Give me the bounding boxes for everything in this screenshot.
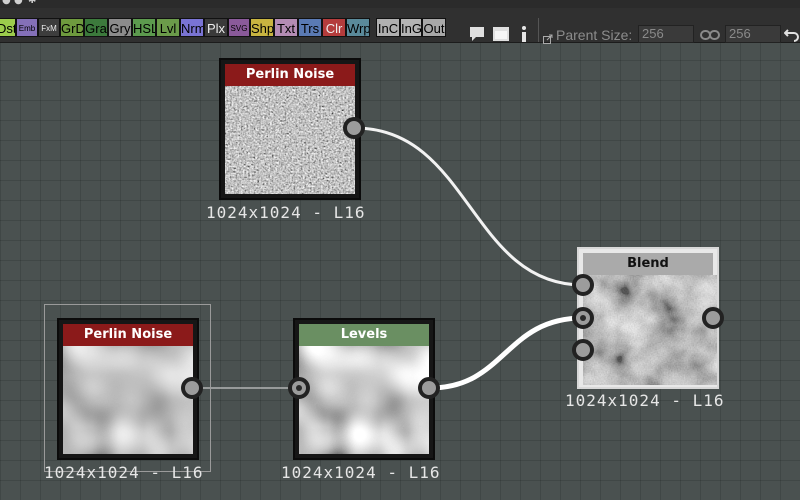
wire-perlin-to-blend xyxy=(354,126,584,287)
output-port[interactable] xyxy=(343,117,365,139)
node-blend[interactable]: Blend xyxy=(577,247,719,389)
node-preview-image xyxy=(583,275,717,385)
node-title: Perlin Noise xyxy=(225,64,355,86)
node-title: Blend xyxy=(583,253,713,275)
node-size-label: 1024x1024 - L16 xyxy=(281,463,441,482)
input-port[interactable] xyxy=(288,377,310,399)
output-port[interactable] xyxy=(702,307,724,329)
node-perlin-noise-1[interactable]: Perlin Noise xyxy=(219,58,361,200)
input-port[interactable] xyxy=(572,274,594,296)
node-title: Levels xyxy=(299,324,429,346)
node-size-label: 1024x1024 - L16 xyxy=(206,203,366,222)
node-preview-image xyxy=(225,86,355,194)
node-preview-image xyxy=(299,346,429,454)
node-size-label: 1024x1024 - L16 xyxy=(565,391,725,410)
input-port[interactable] xyxy=(572,339,594,361)
node-preview-image xyxy=(63,346,193,454)
node-levels[interactable]: Levels xyxy=(293,318,435,460)
output-port[interactable] xyxy=(181,377,203,399)
output-port[interactable] xyxy=(418,377,440,399)
node-size-label: 1024x1024 - L16 xyxy=(44,463,204,482)
node-perlin-noise-2[interactable]: Perlin Noise xyxy=(57,318,199,460)
input-port[interactable] xyxy=(572,307,594,329)
wire-levels-to-blend xyxy=(429,315,584,391)
node-title: Perlin Noise xyxy=(63,324,193,346)
